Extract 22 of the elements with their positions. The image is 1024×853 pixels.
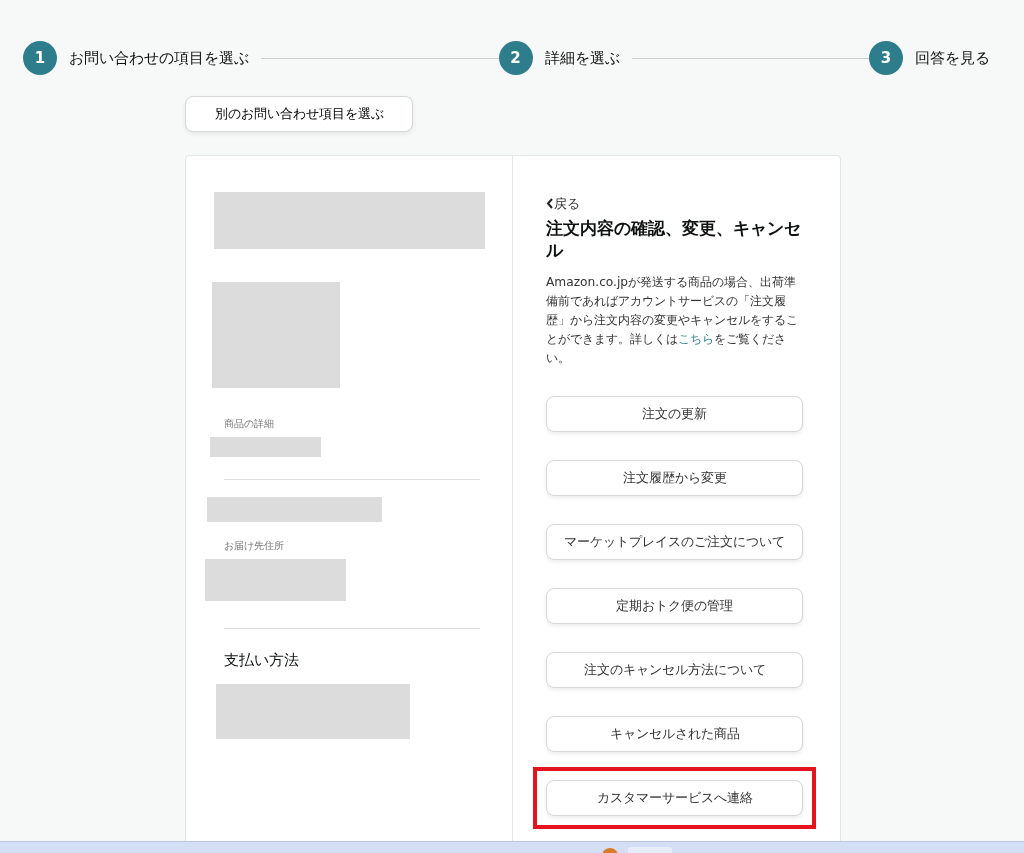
field-label: お届け先住所 bbox=[224, 539, 285, 553]
section-heading: 支払い方法 bbox=[224, 650, 300, 671]
back-link[interactable]: 戻る bbox=[546, 194, 580, 214]
option-button[interactable]: 注文履歴から変更 bbox=[546, 460, 803, 497]
description-text: Amazon.co.jpが発送する商品の場合、出荷準備前であればアカウントサービスの「注文履歴」から注文内容の変更やキャンセルをすることができます。詳しくはこちら をご覧ください。 bbox=[546, 273, 799, 367]
change-topic-button[interactable]: 別のお問い合わせ項目を選ぶ bbox=[185, 96, 413, 132]
option-button[interactable]: 注文のキャンセル方法について bbox=[546, 652, 803, 689]
step-label: お問い合わせの項目を選ぶ bbox=[69, 47, 249, 69]
step-number: 3 bbox=[869, 41, 903, 75]
option-button[interactable]: キャンセルされた商品 bbox=[546, 716, 803, 753]
details-link[interactable]: こちら bbox=[678, 331, 714, 346]
option-button[interactable]: マーケットプレイスのご注文について bbox=[546, 524, 803, 561]
field-label: 商品の詳細 bbox=[224, 417, 275, 431]
option-button[interactable]: カスタマーサービスへ連絡 bbox=[546, 780, 803, 817]
panel-title: 注文内容の確認、変更、キャンセル bbox=[546, 216, 802, 261]
option-button[interactable]: 定期おトク便の管理 bbox=[546, 588, 803, 625]
chevron-left-icon bbox=[546, 198, 554, 210]
step-label: 回答を見る bbox=[915, 47, 990, 69]
step-number: 2 bbox=[498, 41, 533, 75]
option-button[interactable]: 注文の更新 bbox=[546, 396, 803, 433]
step-label: 詳細を選ぶ bbox=[544, 47, 620, 69]
step-number: 1 bbox=[23, 41, 57, 75]
